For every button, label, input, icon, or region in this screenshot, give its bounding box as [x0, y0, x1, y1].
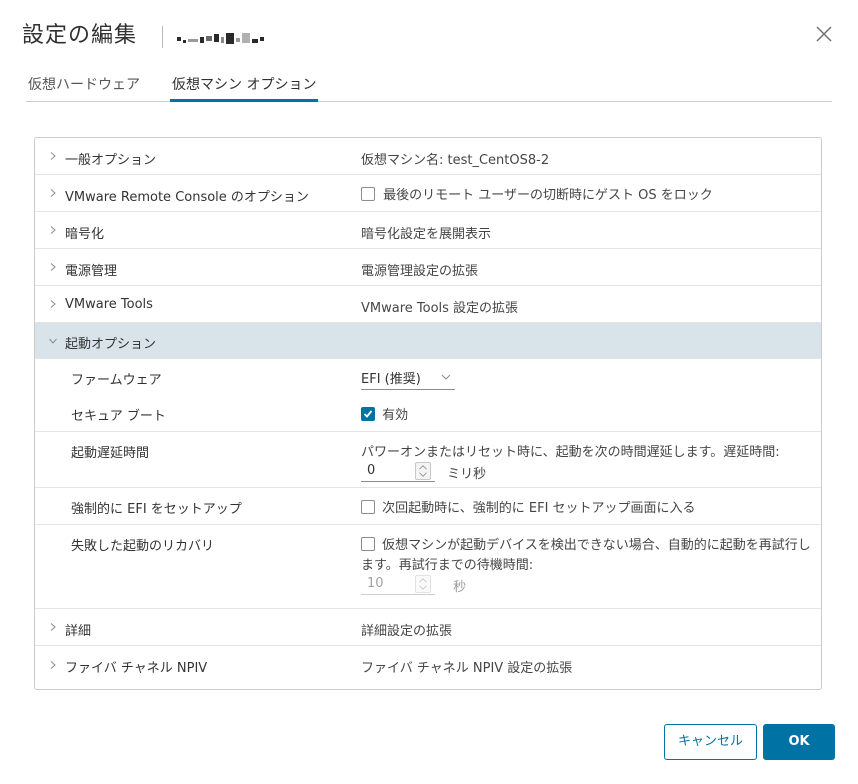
retry-wait-input-wrap: 10 秒: [361, 573, 466, 599]
failed-boot-desc-line2: ます。再試行までの待機時間:: [361, 558, 534, 573]
force-efi-checkbox[interactable]: [361, 499, 375, 514]
dialog-title: 設定の編集: [22, 23, 138, 48]
row-label: 起動オプション: [65, 337, 157, 352]
chevron-right-icon[interactable]: [49, 263, 57, 271]
ok-button[interactable]: OK: [763, 724, 835, 760]
tab-virtual-hardware[interactable]: 仮想ハードウェア: [28, 72, 140, 102]
unit-label: ミリ秒: [447, 467, 487, 482]
row-value: ファイバ チャネル NPIV 設定の拡張: [361, 661, 573, 676]
row-power-management[interactable]: 電源管理 電源管理設定の拡張: [35, 249, 821, 286]
row-label: 詳細: [65, 624, 92, 639]
chevron-right-icon[interactable]: [49, 623, 57, 631]
failed-boot-desc-line1: 仮想マシンが起動デバイスを検出できない場合、自動的に起動を再試行し: [382, 538, 811, 553]
unit-label: 秒: [453, 580, 467, 595]
close-icon[interactable]: [812, 22, 836, 46]
chevron-right-icon[interactable]: [49, 300, 57, 308]
row-boot-options[interactable]: 起動オプション: [35, 323, 821, 359]
row-vmware-tools[interactable]: VMware Tools VMware Tools 設定の拡張: [35, 286, 821, 323]
boot-delay-desc: パワーオンまたはリセット時に、起動を次の時間遅延します。遅延時間:: [361, 445, 780, 460]
row-label: VMware Tools: [65, 297, 153, 312]
cancel-button[interactable]: キャンセル: [664, 724, 757, 760]
row-failed-boot-recovery: 失敗した起動のリカバリ 仮想マシンが起動デバイスを検出できない場合、自動的に起動…: [35, 525, 821, 609]
row-label: 起動遅延時間: [71, 446, 150, 461]
row-encryption[interactable]: 暗号化 暗号化設定を展開表示: [35, 212, 821, 249]
row-force-efi: 強制的に EFI をセットアップ 次回起動時に、強制的に EFI セットアップ画…: [35, 488, 821, 525]
row-label: 強制的に EFI をセットアップ: [71, 502, 242, 517]
row-fibre-channel-npiv[interactable]: ファイバ チャネル NPIV ファイバ チャネル NPIV 設定の拡張: [35, 646, 821, 683]
secure-boot-checkbox[interactable]: [361, 406, 375, 421]
row-label: 暗号化: [65, 227, 105, 242]
firmware-select-value: EFI (推奨): [361, 372, 421, 387]
retry-wait-spinner[interactable]: 10: [361, 573, 435, 595]
row-boot-delay: 起動遅延時間 パワーオンまたはリセット時に、起動を次の時間遅延します。遅延時間:…: [35, 432, 821, 488]
row-value: 電源管理設定の拡張: [361, 264, 479, 279]
dialog-header: 設定の編集: [22, 18, 836, 58]
chevron-right-icon[interactable]: [49, 226, 57, 234]
vm-options-panel: 一般オプション 仮想マシン名: test_CentOS8-2 VMware Re…: [34, 137, 822, 690]
tab-vm-options[interactable]: 仮想マシン オプション: [170, 72, 319, 102]
row-secure-boot: セキュア ブート 有効: [35, 395, 821, 432]
row-label: ファイバ チャネル NPIV: [65, 661, 208, 676]
row-value: 暗号化設定を展開表示: [361, 227, 492, 242]
checkmark-icon: [363, 409, 373, 418]
failed-boot-checkbox[interactable]: [361, 536, 375, 551]
boot-delay-spinner[interactable]: 0: [361, 460, 435, 482]
firmware-select-wrap: EFI (推奨): [361, 368, 455, 390]
row-advanced[interactable]: 詳細 詳細設定の拡張: [35, 609, 821, 646]
spinner-arrows-icon[interactable]: [415, 575, 431, 593]
row-label: 失敗した起動のリカバリ: [71, 539, 215, 554]
row-label: セキュア ブート: [71, 409, 166, 424]
lock-guest-os-checkbox[interactable]: [361, 186, 375, 201]
chevron-right-icon[interactable]: [49, 660, 57, 669]
spinner-arrows-icon[interactable]: [415, 462, 431, 480]
row-firmware: ファームウェア EFI (推奨): [35, 359, 821, 395]
chevron-right-icon[interactable]: [49, 152, 57, 160]
force-efi-wrap: 次回起動時に、強制的に EFI セットアップ画面に入る: [361, 497, 696, 516]
title-separator: [162, 26, 163, 48]
checkbox-label: 有効: [382, 408, 409, 423]
row-value: 仮想マシン名: test_CentOS8-2: [361, 153, 550, 168]
row-label: 一般オプション: [65, 153, 157, 168]
chevron-down-icon: [441, 374, 451, 380]
tab-bar: 仮想ハードウェア 仮想マシン オプション: [26, 72, 832, 102]
checkbox-label: 最後のリモート ユーザーの切断時にゲスト OS をロック: [383, 188, 713, 203]
chevron-down-icon[interactable]: [49, 337, 57, 345]
row-value: VMware Tools 設定の拡張: [361, 301, 519, 316]
row-label: 電源管理: [65, 264, 118, 279]
boot-delay-value: 0: [367, 463, 376, 478]
row-label: ファームウェア: [71, 373, 162, 388]
firmware-select[interactable]: EFI (推奨): [361, 368, 455, 390]
vm-name-redacted-icon: [177, 30, 264, 44]
row-general-options[interactable]: 一般オプション 仮想マシン名: test_CentOS8-2: [35, 138, 821, 175]
row-value-wrap: 最後のリモート ユーザーの切断時にゲスト OS をロック: [361, 184, 713, 203]
boot-delay-input-wrap: 0 ミリ秒: [361, 460, 486, 486]
checkbox-label: 次回起動時に、強制的に EFI セットアップ画面に入る: [382, 501, 696, 516]
secure-boot-wrap: 有効: [361, 404, 408, 423]
failed-boot-wrap: 仮想マシンが起動デバイスを検出できない場合、自動的に起動を再試行し: [361, 534, 811, 553]
row-label: VMware Remote Console のオプション: [65, 190, 309, 205]
chevron-right-icon[interactable]: [49, 189, 57, 197]
retry-wait-value: 10: [367, 576, 384, 591]
row-vmrc-options[interactable]: VMware Remote Console のオプション 最後のリモート ユーザ…: [35, 175, 821, 212]
row-value: 詳細設定の拡張: [361, 624, 453, 639]
